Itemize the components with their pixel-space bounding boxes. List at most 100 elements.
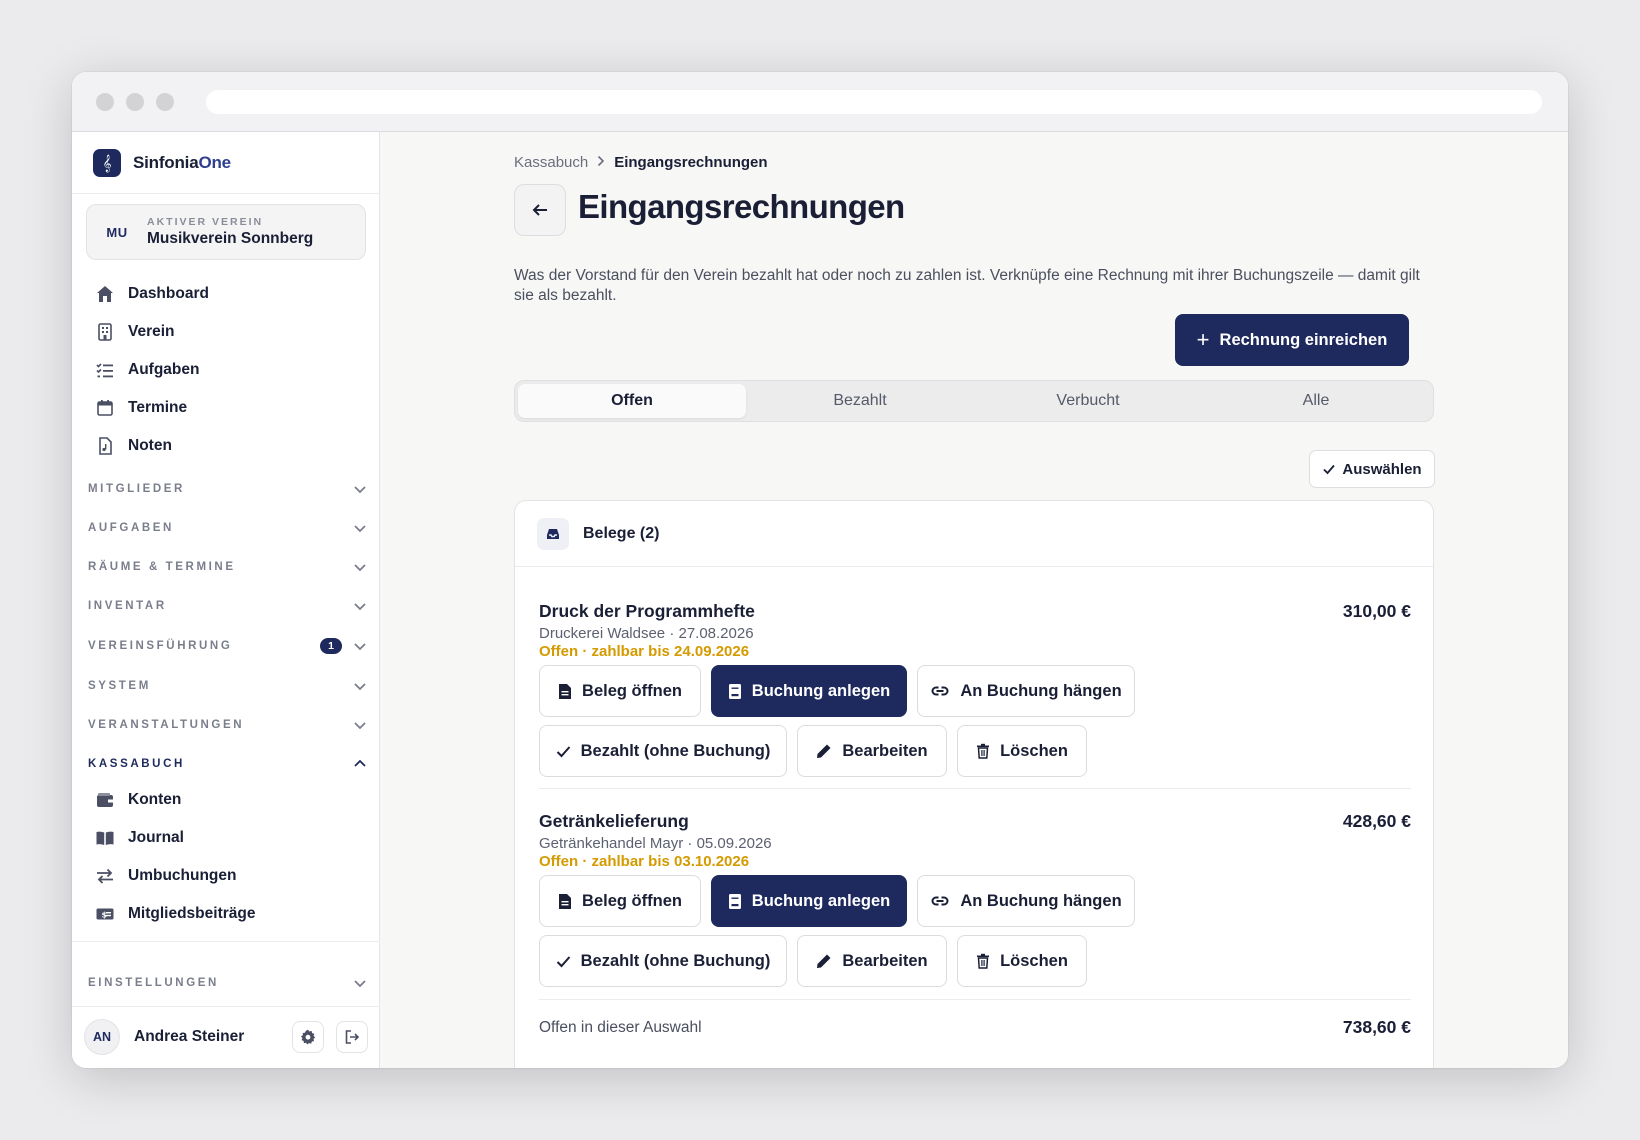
- select-label: Auswählen: [1342, 460, 1422, 478]
- chevron-down-icon: [354, 980, 366, 988]
- sidebar-item-verein[interactable]: Verein: [94, 316, 175, 348]
- invoice-actions-row-1: Beleg öffnen Buchung anlegen An Buchung …: [539, 665, 1145, 717]
- sidebar-item-umbuchungen[interactable]: Umbuchungen: [94, 860, 237, 892]
- summary-total: 738,60 €: [1342, 1017, 1411, 1037]
- attach-to-booking-button[interactable]: An Buchung hängen: [917, 665, 1135, 717]
- sidebar-section-raeume-termine[interactable]: RÄUME & TERMINE: [88, 555, 368, 579]
- create-booking-button[interactable]: Buchung anlegen: [711, 875, 907, 927]
- sidebar-section-inventar[interactable]: INVENTAR: [88, 594, 368, 618]
- sidebar-item-label: Termine: [128, 399, 188, 416]
- sidebar-section-einstellungen[interactable]: EINSTELLUNGEN: [88, 971, 368, 995]
- page-title: Eingangsrechnungen: [578, 188, 905, 225]
- link-icon: [930, 684, 950, 698]
- window-close-dot[interactable]: [96, 92, 114, 111]
- active-club-switcher[interactable]: MU AKTIVER VEREIN Musikverein Sonnberg: [86, 204, 366, 260]
- invoice-amount: 310,00 €: [1342, 601, 1411, 621]
- window-zoom-dot[interactable]: [156, 92, 174, 111]
- logout-icon: [345, 1030, 360, 1044]
- sidebar-section-vereinsfuehrung[interactable]: VEREINSFÜHRUNG 1: [88, 634, 368, 658]
- tab-offen[interactable]: Offen: [518, 384, 746, 418]
- item-divider: [539, 999, 1411, 1000]
- status-tabs: Offen Bezahlt Verbucht Alle: [514, 380, 1434, 422]
- club-code: MU: [106, 224, 128, 240]
- brand[interactable]: 𝄞 SinfoniaOne: [72, 132, 379, 194]
- user-bar: AN Andrea Steiner: [72, 1006, 380, 1068]
- sidebar-item-aufgaben[interactable]: Aufgaben: [94, 354, 199, 386]
- submit-invoice-label: Rechnung einreichen: [1219, 330, 1388, 349]
- item-divider: [539, 788, 1411, 789]
- calendar-icon: [94, 397, 116, 419]
- edit-button[interactable]: Bearbeiten: [797, 935, 947, 987]
- sidebar-item-journal[interactable]: Journal: [94, 822, 184, 854]
- create-booking-button[interactable]: Buchung anlegen: [711, 665, 907, 717]
- tab-verbucht[interactable]: Verbucht: [974, 384, 1202, 418]
- card-header: Belege (2): [515, 501, 1433, 567]
- back-button[interactable]: [514, 184, 566, 236]
- sidebar-item-label: Konten: [128, 791, 182, 808]
- logout-button[interactable]: [336, 1021, 368, 1053]
- sidebar-section-aufgaben[interactable]: AUFGABEN: [88, 516, 368, 540]
- wallet-icon: [94, 789, 116, 811]
- breadcrumb-parent-link[interactable]: Kassabuch: [514, 154, 588, 171]
- sidebar-item-label: Noten: [128, 437, 172, 454]
- open-receipt-button[interactable]: Beleg öffnen: [539, 665, 701, 717]
- invoice-title: Druck der Programmhefte: [539, 601, 755, 621]
- sidebar-section-kassabuch[interactable]: KASSABUCH: [88, 752, 368, 776]
- address-bar[interactable]: [206, 89, 1542, 114]
- invoice-status: Offen · zahlbar bis 24.09.2026: [539, 643, 750, 660]
- window-minimize-dot[interactable]: [126, 92, 144, 111]
- sidebar-item-label: Journal: [128, 829, 184, 846]
- edit-button[interactable]: Bearbeiten: [797, 725, 947, 777]
- mark-paid-button[interactable]: Bezahlt (ohne Buchung): [539, 725, 787, 777]
- app-window: 𝄞 SinfoniaOne MU AKTIVER VEREIN Musikver…: [72, 72, 1568, 1068]
- sidebar-item-termine[interactable]: Termine: [94, 392, 187, 424]
- invoice-title: Getränkelieferung: [539, 811, 689, 831]
- main-content: Kassabuch Eingangsrechnungen Eingangsrec…: [380, 132, 1568, 1068]
- home-icon: [94, 283, 116, 305]
- sidebar-item-label: Dashboard: [128, 285, 209, 302]
- submit-invoice-button[interactable]: + Rechnung einreichen: [1175, 314, 1409, 366]
- checklist-icon: [94, 359, 116, 381]
- sidebar-item-noten[interactable]: Noten: [94, 430, 172, 462]
- list-item: Druck der Programmhefte Druckerei Waldse…: [539, 601, 1411, 660]
- breadcrumb-current: Eingangsrechnungen: [614, 154, 768, 171]
- sidebar-item-konten[interactable]: Konten: [94, 784, 181, 816]
- invoice-meta: Druckerei Waldsee · 27.08.2026: [539, 625, 754, 642]
- tab-alle[interactable]: Alle: [1202, 384, 1430, 418]
- delete-button[interactable]: Löschen: [957, 725, 1087, 777]
- sidebar-section-system[interactable]: SYSTEM: [88, 674, 368, 698]
- treble-clef-icon: 𝄞: [93, 148, 121, 177]
- gear-icon: [301, 1029, 316, 1045]
- invoice-actions-row-2: Bezahlt (ohne Buchung) Bearbeiten Lösche…: [539, 935, 1097, 987]
- delete-button[interactable]: Löschen: [957, 935, 1087, 987]
- open-receipt-button[interactable]: Beleg öffnen: [539, 875, 701, 927]
- chevron-down-icon: [354, 525, 366, 533]
- chevron-up-icon: [354, 759, 366, 767]
- sidebar: 𝄞 SinfoniaOne MU AKTIVER VEREIN Musikver…: [72, 132, 380, 1068]
- active-club-label: AKTIVER VEREIN: [147, 216, 264, 228]
- sidebar-section-veranstaltungen[interactable]: VERANSTALTUNGEN: [88, 713, 368, 737]
- inbox-icon: [537, 517, 569, 550]
- sidebar-item-mitgliedsbeitraege[interactable]: $ Mitgliedsbeiträge: [94, 898, 255, 930]
- list-item: Getränkelieferung Getränkehandel Mayr · …: [539, 811, 1411, 870]
- receipts-card: Belege (2) Druck der Programmhefte Druck…: [514, 500, 1434, 1068]
- trash-icon: [976, 953, 990, 969]
- sheet-icon: [94, 435, 116, 457]
- mark-paid-button[interactable]: Bezahlt (ohne Buchung): [539, 935, 787, 987]
- user-name: Andrea Steiner: [134, 1028, 245, 1045]
- invoice-actions-row-1: Beleg öffnen Buchung anlegen An Buchung …: [539, 875, 1145, 927]
- trash-icon: [976, 743, 990, 759]
- arrow-left-icon: [532, 204, 547, 216]
- money-icon: $: [94, 903, 116, 925]
- attach-to-booking-button[interactable]: An Buchung hängen: [917, 875, 1135, 927]
- link-icon: [930, 894, 950, 908]
- chevron-down-icon: [354, 486, 366, 494]
- chevron-right-icon: [596, 154, 606, 171]
- avatar[interactable]: AN: [84, 1019, 120, 1055]
- sidebar-item-label: Mitgliedsbeiträge: [128, 905, 256, 922]
- select-button[interactable]: Auswählen: [1309, 450, 1435, 488]
- settings-button[interactable]: [292, 1021, 324, 1053]
- sidebar-item-dashboard[interactable]: Dashboard: [94, 278, 209, 310]
- tab-bezahlt[interactable]: Bezahlt: [746, 384, 974, 418]
- sidebar-section-mitglieder[interactable]: MITGLIEDER: [88, 477, 368, 501]
